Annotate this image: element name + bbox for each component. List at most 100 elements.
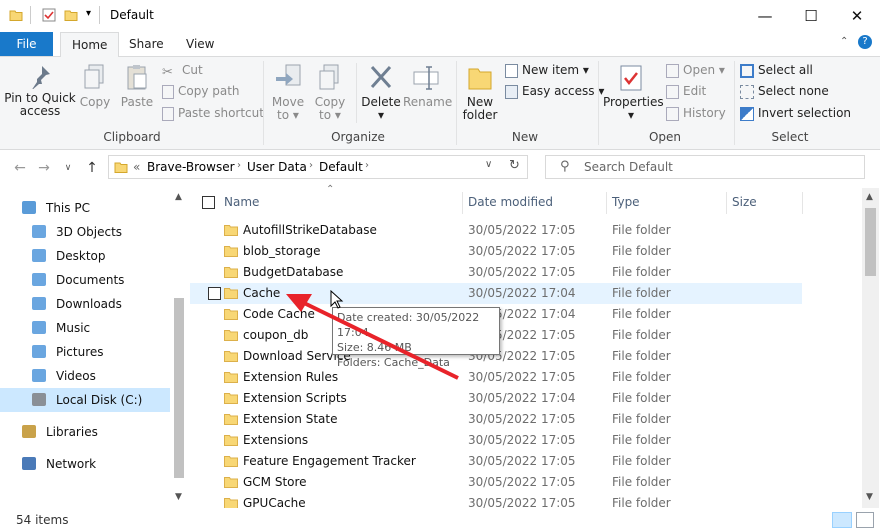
file-row[interactable]: BudgetDatabase 30/05/2022 17:05 File folde… xyxy=(190,262,802,283)
column-name[interactable]: Name xyxy=(224,188,259,216)
help-icon[interactable]: ? xyxy=(858,35,872,49)
file-row[interactable]: Extension State 30/05/2022 17:05 File fold… xyxy=(190,409,802,430)
tab-home[interactable]: Home xyxy=(60,32,120,58)
folder-icon xyxy=(224,309,238,320)
copy-path-button[interactable]: Copy path xyxy=(162,81,240,101)
folder-icon xyxy=(224,351,238,362)
maximize-icon[interactable]: ☐ xyxy=(788,0,834,32)
scroll-up-icon[interactable]: ▲ xyxy=(866,192,873,202)
copy-to-icon xyxy=(319,64,339,90)
move-to-button[interactable]: Move to ▾ xyxy=(270,63,306,122)
edit-button[interactable]: Edit xyxy=(666,81,706,101)
breadcrumb-separator-icon[interactable]: › xyxy=(237,160,241,171)
nav-item-label: Libraries xyxy=(46,425,98,439)
file-row[interactable]: Extensions 30/05/2022 17:05 File folder xyxy=(190,430,802,451)
nav-item[interactable]: Local Disk (C:) xyxy=(0,388,170,412)
nav-item[interactable]: Downloads xyxy=(0,292,170,316)
file-scroll-thumb[interactable] xyxy=(865,208,876,276)
breadcrumb-default[interactable]: Default xyxy=(319,160,363,174)
new-folder-button[interactable]: New folder xyxy=(460,63,500,122)
nav-item[interactable]: Network xyxy=(0,452,170,476)
column-type[interactable]: Type xyxy=(612,188,640,216)
recent-locations-icon[interactable]: ∨ xyxy=(58,158,78,178)
column-divider[interactable] xyxy=(606,192,607,214)
new-folder-qat-icon[interactable] xyxy=(64,8,78,22)
up-arrow-icon[interactable]: ↑ xyxy=(82,158,102,178)
nav-item[interactable]: Pictures xyxy=(0,340,170,364)
forward-arrow-icon[interactable]: → xyxy=(34,158,54,178)
file-row[interactable]: GCM Store 30/05/2022 17:05 File folder xyxy=(190,472,802,493)
scroll-down-icon[interactable]: ▼ xyxy=(866,492,873,502)
scroll-down-icon[interactable]: ▼ xyxy=(175,492,182,502)
cut-button[interactable]: ✂ Cut xyxy=(162,60,203,80)
easy-access-button[interactable]: Easy access ▾ xyxy=(505,81,604,101)
select-none-button[interactable]: Select none xyxy=(740,81,829,101)
column-divider[interactable] xyxy=(726,192,727,214)
search-box[interactable]: ⚲ Search Default xyxy=(545,155,865,179)
select-all-button[interactable]: Select all xyxy=(740,60,813,80)
file-row[interactable]: blob_storage 30/05/2022 17:05 File folder xyxy=(190,241,802,262)
address-overflow[interactable]: « xyxy=(133,160,140,174)
copy-button[interactable]: Copy xyxy=(78,63,112,109)
nav-item[interactable]: Documents xyxy=(0,268,170,292)
large-icons-view-icon[interactable] xyxy=(856,512,874,528)
file-list-scrollbar[interactable]: ▲ ▼ xyxy=(862,188,879,508)
back-arrow-icon[interactable]: ← xyxy=(10,158,30,178)
file-date-modified: 30/05/2022 17:05 xyxy=(468,244,576,258)
tab-view[interactable]: View xyxy=(175,32,225,56)
file-row[interactable]: Extension Rules 30/05/2022 17:05 File fold… xyxy=(190,367,802,388)
tab-file[interactable]: File xyxy=(0,32,53,56)
search-input[interactable]: Search Default xyxy=(584,160,673,174)
nav-item[interactable]: Videos xyxy=(0,364,170,388)
properties-qat-icon[interactable] xyxy=(42,8,56,22)
tab-share[interactable]: Share xyxy=(118,32,175,56)
paste-icon xyxy=(127,65,147,90)
nav-item[interactable]: Desktop xyxy=(0,244,170,268)
address-dropdown-icon[interactable]: ∨ xyxy=(485,159,492,170)
invert-selection-button[interactable]: Invert selection xyxy=(740,103,851,123)
nav-item[interactable]: Music xyxy=(0,316,170,340)
column-size[interactable]: Size xyxy=(732,188,757,216)
pin-quick-access-button[interactable]: Pin to Quick access xyxy=(4,63,76,118)
collapse-ribbon-icon[interactable]: ⌃ xyxy=(840,36,848,47)
refresh-icon[interactable]: ↻ xyxy=(509,158,520,173)
column-divider[interactable] xyxy=(462,192,463,214)
column-divider[interactable] xyxy=(802,192,803,214)
paste-shortcut-button[interactable]: Paste shortcut xyxy=(162,103,264,123)
breadcrumb-separator-icon[interactable]: › xyxy=(309,160,313,171)
scroll-up-icon[interactable]: ▲ xyxy=(175,192,182,202)
qat-dropdown-icon[interactable]: ▾ xyxy=(86,8,91,19)
nav-scroll-thumb[interactable] xyxy=(174,298,184,478)
breadcrumb-user-data[interactable]: User Data xyxy=(247,160,307,174)
select-all-checkbox[interactable] xyxy=(202,196,215,209)
details-view-icon[interactable] xyxy=(832,512,852,528)
properties-button[interactable]: Properties ▾ xyxy=(603,63,664,122)
breadcrumb-brave-browser[interactable]: Brave-Browser xyxy=(147,160,235,174)
file-row[interactable]: AutofillStrikeDatabase 30/05/2022 17:05 Fi… xyxy=(190,220,802,241)
rename-button[interactable]: Rename xyxy=(403,63,452,109)
delete-button[interactable]: Delete ▾ xyxy=(360,63,402,122)
file-type: File folder xyxy=(612,370,671,384)
file-row[interactable]: Extension Scripts 30/05/2022 17:04 File fo… xyxy=(190,388,802,409)
file-row[interactable]: Feature Engagement Tracker 30/05/2022 17:… xyxy=(190,451,802,472)
file-row[interactable]: Cache 30/05/2022 17:04 File folder xyxy=(190,283,802,304)
nav-item[interactable]: This PC xyxy=(0,196,170,220)
tooltip-folders: Folders: Cache_Data xyxy=(337,356,450,369)
new-item-button[interactable]: New item ▾ xyxy=(505,60,589,80)
address-bar[interactable]: « Brave-Browser › User Data › Default › … xyxy=(108,155,528,179)
open-button[interactable]: Open ▾ xyxy=(666,60,725,80)
folder-icon xyxy=(224,414,238,425)
row-checkbox[interactable] xyxy=(208,287,221,300)
history-button[interactable]: History xyxy=(666,103,726,123)
nav-item[interactable]: Libraries xyxy=(0,420,170,444)
paste-button[interactable]: Paste xyxy=(118,63,156,109)
column-date-modified[interactable]: Date modified xyxy=(468,188,553,216)
minimize-icon[interactable]: — xyxy=(742,0,788,32)
folder-icon xyxy=(224,372,238,383)
copy-to-button[interactable]: Copy to ▾ xyxy=(310,63,350,122)
breadcrumb-separator-icon[interactable]: › xyxy=(365,160,369,171)
nav-item[interactable]: 3D Objects xyxy=(0,220,170,244)
nav-pane-scrollbar[interactable]: ▲ ▼ xyxy=(171,188,187,508)
close-icon[interactable]: ✕ xyxy=(834,0,880,32)
easy-access-icon xyxy=(505,84,518,99)
